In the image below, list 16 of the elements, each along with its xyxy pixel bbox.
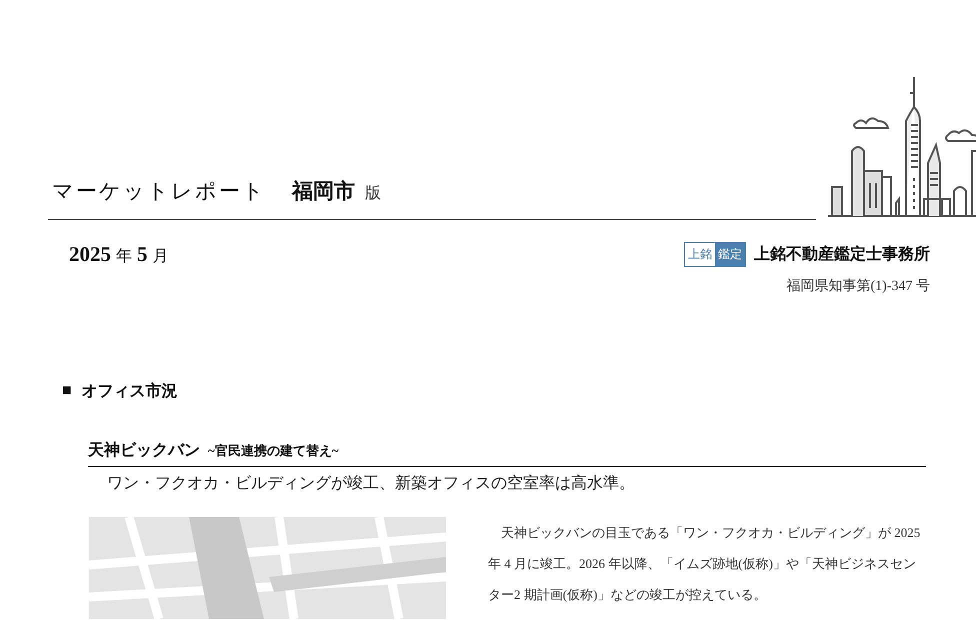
year-unit: 年 (116, 247, 132, 267)
edition-label: 版 (365, 184, 381, 204)
month-unit: 月 (152, 247, 168, 267)
month-number: 5 (137, 242, 148, 267)
square-bullet: ■ (62, 382, 72, 400)
city-name: 福岡市 (292, 178, 355, 205)
report-title: マーケットレポート (52, 178, 266, 205)
body-paragraph: 天神ビックバンの目玉である「ワン・フクオカ・ビルディング」が 2025 年 4 月に竣工。2026 年以降、「イムズ跡地(仮称)」や「天神ビジネスセンター2 期計画(仮称)」などの竣工が控えている。 (488, 524, 922, 604)
license-number: 福岡県知事第(1)-347 号 (786, 278, 930, 295)
lead-sentence: ワン・フクオカ・ビルディングが竣工、新築オフィスの空室率は高水準。 (107, 474, 636, 494)
firm-name: 上銘不動産鑑定士事務所 (754, 244, 930, 265)
section-title: オフィス市況 (82, 381, 178, 402)
firm-logo: 上銘 鑑定 (684, 242, 746, 267)
subsection-subtitle: ~官民連携の建て替え~ (208, 442, 339, 460)
year-number: 2025 (69, 242, 111, 267)
subsection-title: 天神ビックバン (88, 440, 200, 461)
